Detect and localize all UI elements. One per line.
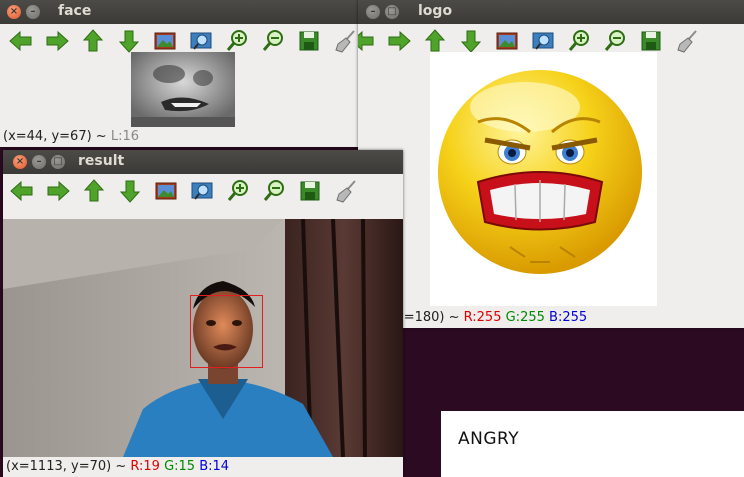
result-titlebar[interactable]: × – □ result — [3, 150, 403, 174]
cursor-readout: y=180) ~ — [396, 310, 464, 325]
angry-emoji-image — [430, 52, 657, 306]
zoom-out-icon[interactable] — [260, 28, 286, 54]
red-value: R:19 — [130, 459, 160, 474]
zoom-in-icon[interactable] — [566, 28, 592, 54]
face-window: × – face (x=44, y=67) ~ L:16 — [0, 0, 366, 147]
save-icon[interactable] — [638, 28, 664, 54]
save-icon[interactable] — [297, 178, 323, 204]
minimize-button[interactable]: – — [26, 5, 40, 19]
arrow-down-icon[interactable] — [117, 178, 143, 204]
arrow-left-icon[interactable] — [9, 178, 35, 204]
zoom-out-icon[interactable] — [261, 178, 287, 204]
face-image — [131, 52, 235, 127]
clear-brush-icon[interactable] — [332, 28, 358, 54]
logo-status-bar: y=180) ~ R:255 G:255 B:255 — [358, 308, 744, 328]
window-title: result — [78, 153, 125, 169]
result-window: × – □ result (x=1113, y=70) ~ R:19 G:15 … — [3, 150, 403, 477]
blue-value: B:14 — [199, 459, 230, 474]
blue-value: B:255 — [549, 310, 588, 325]
maximize-button[interactable]: □ — [51, 155, 65, 169]
detection-box — [190, 295, 263, 368]
minimize-button[interactable]: – — [32, 155, 46, 169]
green-value: G:255 — [505, 310, 545, 325]
minimize-button[interactable]: – — [366, 5, 380, 19]
save-image-icon[interactable] — [494, 28, 520, 54]
arrow-right-icon[interactable] — [44, 28, 70, 54]
webcam-frame — [3, 218, 403, 458]
red-value: R:255 — [463, 310, 502, 325]
window-title: face — [58, 3, 92, 19]
save-image-icon[interactable] — [152, 28, 178, 54]
zoom-in-icon[interactable] — [225, 178, 251, 204]
arrow-up-icon[interactable] — [422, 28, 448, 54]
emotion-window: ANGRY — [441, 411, 744, 477]
close-button[interactable]: × — [7, 5, 21, 19]
maximize-button[interactable]: □ — [385, 5, 399, 19]
arrow-down-icon[interactable] — [458, 28, 484, 54]
arrow-up-icon[interactable] — [81, 178, 107, 204]
result-status-bar: (x=1113, y=70) ~ R:19 G:15 B:14 — [3, 457, 403, 477]
zoom-in-icon[interactable] — [224, 28, 250, 54]
cursor-readout: (x=44, y=67) ~ — [3, 129, 111, 144]
arrow-right-icon[interactable] — [45, 178, 71, 204]
clear-brush-icon[interactable] — [674, 28, 700, 54]
arrow-down-icon[interactable] — [116, 28, 142, 54]
face-status-bar: (x=44, y=67) ~ L:16 — [0, 127, 366, 147]
window-title: logo — [418, 3, 453, 19]
green-value: G:15 — [164, 459, 196, 474]
logo-window: – □ logo y=180) ~ R:255 G:255 B:255 — [358, 0, 744, 328]
luminance-value: L:16 — [110, 129, 139, 144]
cursor-readout: (x=1113, y=70) ~ — [6, 459, 131, 474]
zoom-fit-icon[interactable] — [188, 28, 214, 54]
save-image-icon[interactable] — [153, 178, 179, 204]
arrow-left-icon[interactable] — [8, 28, 34, 54]
zoom-fit-icon[interactable] — [530, 28, 556, 54]
zoom-out-icon[interactable] — [602, 28, 628, 54]
arrow-up-icon[interactable] — [80, 28, 106, 54]
close-button[interactable]: × — [13, 155, 27, 169]
clear-brush-icon[interactable] — [333, 178, 359, 204]
emotion-label: ANGRY — [458, 429, 520, 449]
arrow-right-icon[interactable] — [386, 28, 412, 54]
result-toolbar — [3, 174, 403, 208]
face-titlebar[interactable]: × – face — [0, 0, 366, 24]
arrow-left-icon[interactable] — [358, 28, 376, 54]
save-icon[interactable] — [296, 28, 322, 54]
logo-titlebar[interactable]: – □ logo — [358, 0, 744, 24]
zoom-fit-icon[interactable] — [189, 178, 215, 204]
